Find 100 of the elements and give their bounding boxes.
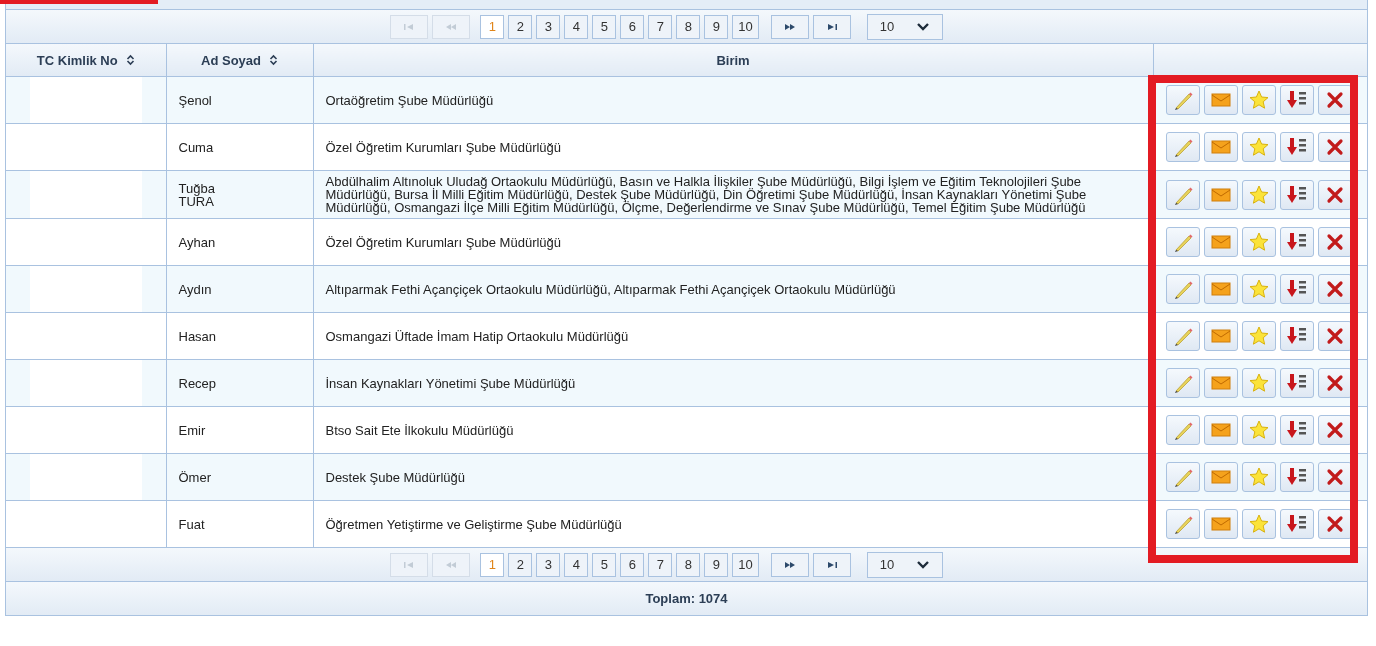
mail-button[interactable] [1203, 321, 1238, 351]
mail-button[interactable] [1203, 179, 1238, 210]
column-header[interactable]: TC Kimlik No [6, 44, 166, 77]
page-button[interactable]: 5 [592, 14, 617, 39]
export-button[interactable] [1279, 179, 1314, 210]
delete-icon [1325, 515, 1344, 533]
export-button[interactable] [1279, 415, 1314, 445]
export-button[interactable] [1279, 227, 1314, 257]
page-button[interactable]: 7 [648, 552, 673, 577]
page-button[interactable]: 2 [508, 14, 533, 39]
next-page-button[interactable] [770, 552, 809, 577]
name-text: Aydın [178, 282, 212, 296]
delete-button[interactable] [1317, 462, 1352, 492]
page-button[interactable]: 3 [536, 14, 561, 39]
page-button[interactable]: 4 [564, 14, 589, 39]
edit-button[interactable] [1165, 462, 1200, 492]
delete-button[interactable] [1317, 274, 1352, 304]
page-size-select[interactable]: 10 [866, 13, 943, 40]
edit-button[interactable] [1165, 132, 1200, 162]
mail-button[interactable] [1203, 274, 1238, 304]
unit-text: Özel Öğretim Kurumları Şube Müdürlüğü [325, 139, 562, 155]
export-button[interactable] [1279, 368, 1314, 398]
delete-button[interactable] [1317, 85, 1352, 115]
chevron-down-icon [915, 560, 930, 569]
delete-button[interactable] [1317, 227, 1352, 257]
name-text: Ayhan [178, 235, 216, 249]
page-button[interactable]: 10 [732, 552, 759, 577]
export-button[interactable] [1279, 462, 1314, 492]
star-icon [1247, 466, 1270, 488]
mail-button[interactable] [1203, 85, 1238, 115]
export-button[interactable] [1279, 321, 1314, 351]
name-text: Cuma [178, 140, 214, 154]
delete-button[interactable] [1317, 415, 1352, 445]
delete-icon [1325, 185, 1344, 204]
page-button[interactable]: 6 [620, 552, 645, 577]
page-button[interactable]: 2 [508, 552, 533, 577]
star-icon [1247, 183, 1270, 206]
unit-text: Btso Sait Ete İlkokulu Müdürlüğü [325, 422, 514, 438]
envelope-icon [1210, 422, 1231, 438]
page-size-select[interactable]: 10 [866, 551, 943, 578]
star-icon [1247, 231, 1270, 253]
page-button[interactable]: 7 [648, 14, 673, 39]
envelope-icon [1210, 328, 1231, 344]
rewind-icon [444, 560, 459, 569]
edit-button[interactable] [1165, 415, 1200, 445]
mail-button[interactable] [1203, 368, 1238, 398]
delete-button[interactable] [1317, 368, 1352, 398]
delete-button[interactable] [1317, 132, 1352, 162]
name-text: Ömer [178, 470, 211, 484]
delete-button[interactable] [1317, 321, 1352, 351]
mail-button[interactable] [1203, 509, 1238, 539]
mail-button[interactable] [1203, 132, 1238, 162]
export-button[interactable] [1279, 132, 1314, 162]
column-header[interactable]: Ad Soyad [166, 44, 313, 77]
name-text: Fuat [178, 517, 205, 531]
edit-button[interactable] [1165, 85, 1200, 115]
mail-button[interactable] [1203, 227, 1238, 257]
column-header: Birim [313, 44, 1153, 77]
edit-button[interactable] [1165, 368, 1200, 398]
edit-button[interactable] [1165, 274, 1200, 304]
fast-forward-icon [782, 560, 797, 569]
delete-button[interactable] [1317, 509, 1352, 539]
delete-button[interactable] [1317, 179, 1352, 210]
page-button[interactable]: 6 [620, 14, 645, 39]
page-button[interactable]: 9 [704, 552, 729, 577]
export-button[interactable] [1279, 274, 1314, 304]
unit-text: Ortaöğretim Şube Müdürlüğü [325, 92, 494, 108]
mail-button[interactable] [1203, 415, 1238, 445]
page-button[interactable]: 3 [536, 552, 561, 577]
page-button[interactable]: 4 [564, 552, 589, 577]
next-page-button[interactable] [770, 14, 809, 39]
page-button[interactable]: 8 [676, 552, 701, 577]
unit-text: İnsan Kaynakları Yönetimi Şube Müdürlüğü [325, 375, 576, 391]
edit-button[interactable] [1165, 227, 1200, 257]
edit-button[interactable] [1165, 179, 1200, 210]
last-page-button[interactable] [812, 552, 851, 577]
delete-icon [1325, 91, 1344, 109]
page-button[interactable]: 8 [676, 14, 701, 39]
mail-button[interactable] [1203, 462, 1238, 492]
envelope-icon [1210, 186, 1231, 203]
export-button[interactable] [1279, 509, 1314, 539]
envelope-icon [1210, 139, 1231, 155]
delete-icon [1325, 421, 1344, 439]
page-button[interactable]: 5 [592, 552, 617, 577]
name-text: Hasan [178, 329, 217, 343]
delete-icon [1325, 233, 1344, 251]
envelope-icon [1210, 92, 1231, 108]
edit-button[interactable] [1165, 321, 1200, 351]
page-button[interactable]: 9 [704, 14, 729, 39]
edit-button[interactable] [1165, 509, 1200, 539]
delete-icon [1325, 327, 1344, 345]
name-text: Emir [178, 423, 206, 437]
unit-text: Abdülhalim Altınoluk Uludağ Ortaokulu Müdürlüğü, Basın ve Halkla İlişkiler Şube Müdürlüğü, Bilgi İşlem ve Eğitim Teknolojileri Şube Müdürlüğü, Bursa İl Milli Eğitim Müdürlüğü, Destek Şube Müdürlüğü, Din Öğretimi Şube Müdürlüğü, İnsan Kaynakları Yönetimi Şube Müdürlüğü, Osmangazi İlçe Milli Eğitim Müdürlüğü, Ölçme, Değerlendirme ve Sınav Şube Müdürlüğü, Temel Eğitim Şube Müdürlüğü [325, 174, 1087, 215]
last-page-button[interactable] [812, 14, 851, 39]
page-button[interactable]: 10 [732, 14, 759, 39]
envelope-icon [1210, 234, 1231, 250]
delete-icon [1325, 280, 1344, 298]
export-button[interactable] [1279, 85, 1314, 115]
unit-text: Öğretmen Yetiştirme ve Geliştirme Şube Müdürlüğü [325, 516, 622, 532]
star-icon [1247, 325, 1270, 347]
